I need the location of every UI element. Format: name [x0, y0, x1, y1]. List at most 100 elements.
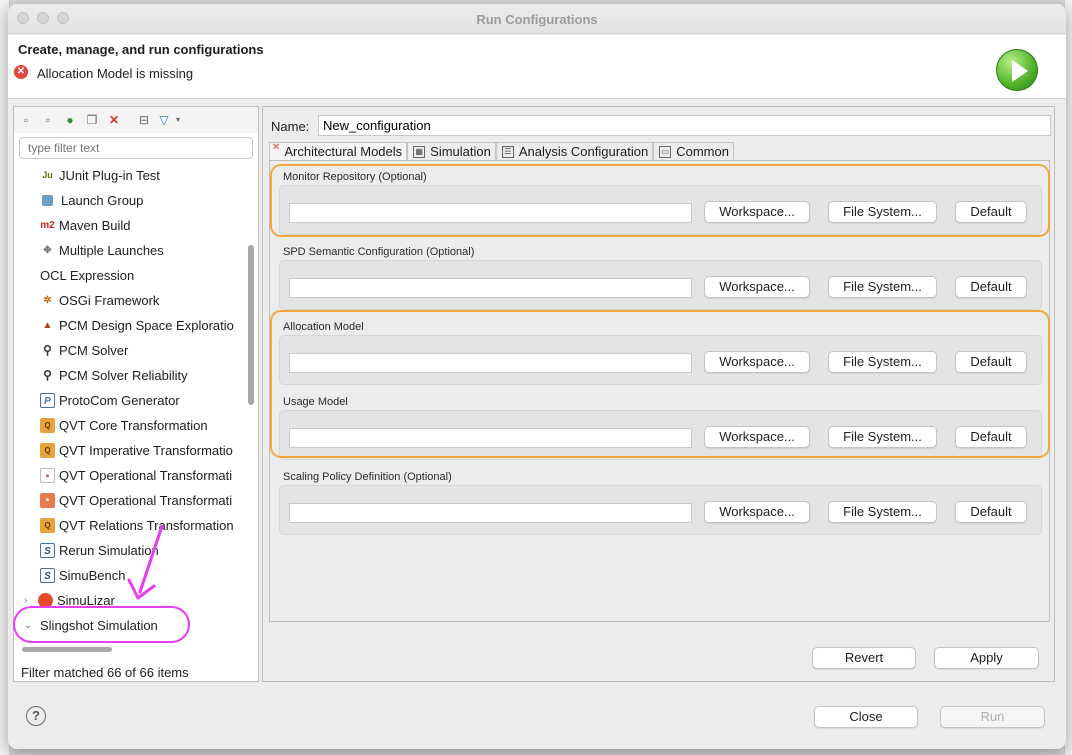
default-button[interactable]: Default	[955, 201, 1027, 223]
tree-item-label: JUnit Plug-in Test	[59, 167, 160, 183]
group-label-allocation-model: Allocation Model	[283, 321, 364, 333]
tree-item-label: PCM Design Space Exploratio	[59, 317, 234, 333]
chevron-right-icon[interactable]: ›	[24, 595, 38, 606]
multiple-launches-icon: ✥	[43, 244, 52, 256]
group-box: Workspace... File System... Default	[279, 260, 1042, 310]
default-button[interactable]: Default	[955, 276, 1027, 298]
monitor-repository-input[interactable]	[289, 203, 692, 223]
simulation-icon: S	[40, 567, 55, 583]
workspace-button[interactable]: Workspace...	[704, 276, 810, 298]
analysis-tab-icon: ☰	[501, 145, 514, 158]
tree-item-protocom-generator[interactable]: P ProtoCom Generator	[40, 388, 246, 412]
tree-item-pcm-solver[interactable]: ⚲ PCM Solver	[40, 338, 246, 362]
file-system-button[interactable]: File System...	[828, 426, 937, 448]
usage-model-input[interactable]	[289, 428, 692, 448]
delete-config-icon[interactable]: ✕	[106, 112, 122, 128]
revert-button[interactable]: Revert	[812, 647, 916, 669]
workspace-button[interactable]: Workspace...	[704, 501, 810, 523]
default-button[interactable]: Default	[955, 426, 1027, 448]
left-toolbar: ▫ ▫ ● ❐ ✕ ⊟ ▽ ▾	[14, 107, 258, 133]
magnifier-icon: ⚲	[43, 342, 52, 357]
tree-item-launch-group[interactable]: Launch Group	[40, 188, 246, 212]
tab-label: Simulation	[430, 144, 491, 159]
group-label-monitor-repository: Monitor Repository (Optional)	[283, 171, 427, 183]
configuration-editor-panel: Name: ✕ Architectural Models ▦ Simulatio…	[262, 106, 1055, 682]
tree-item-label: Slingshot Simulation	[40, 617, 158, 633]
tree-item-label: Maven Build	[59, 217, 131, 233]
launch-group-icon	[42, 194, 53, 206]
default-button[interactable]: Default	[955, 351, 1027, 373]
tree-item-junit-plugin-test[interactable]: Ju JUnit Plug-in Test	[40, 163, 246, 187]
qvt-icon: Q	[40, 417, 55, 433]
tree-item-qvt-core[interactable]: Q QVT Core Transformation	[40, 413, 246, 437]
tab-architectural-models[interactable]: ✕ Architectural Models	[269, 142, 408, 160]
run-configurations-dialog: Run Configurations Create, manage, and r…	[8, 4, 1066, 749]
workspace-button[interactable]: Workspace...	[704, 426, 810, 448]
tab-simulation[interactable]: ▦ Simulation	[407, 142, 496, 160]
run-launch-icon	[996, 49, 1038, 91]
file-system-button[interactable]: File System...	[828, 501, 937, 523]
tree-item-label: Multiple Launches	[59, 242, 164, 258]
architectural-models-tab-body: Monitor Repository (Optional) Workspace.…	[269, 160, 1050, 622]
tree-item-qvt-operational-2[interactable]: ▪ QVT Operational Transformati	[40, 488, 246, 512]
group-label-scaling-policy: Scaling Policy Definition (Optional)	[283, 471, 452, 483]
horizontal-scrollbar[interactable]	[22, 647, 112, 652]
filter-dropdown-icon[interactable]: ▾	[170, 112, 186, 128]
tree-item-pcm-solver-reliability[interactable]: ⚲ PCM Solver Reliability	[40, 363, 246, 387]
simulizar-icon	[38, 592, 53, 608]
tree-item-qvt-operational-1[interactable]: ▪ QVT Operational Transformati	[40, 463, 246, 487]
filter-input[interactable]	[19, 137, 253, 159]
qvt-operational-icon: ▪	[40, 492, 55, 508]
default-button[interactable]: Default	[955, 501, 1027, 523]
qvt-icon: Q	[40, 442, 55, 458]
tree-item-ocl-expression[interactable]: OCL Expression	[40, 263, 246, 287]
workspace-button[interactable]: Workspace...	[704, 201, 810, 223]
tree-item-qvt-imperative[interactable]: Q QVT Imperative Transformatio	[40, 438, 246, 462]
new-prototype-icon[interactable]: ▫	[40, 112, 56, 128]
common-tab-icon: ▭	[659, 145, 672, 158]
allocation-model-input[interactable]	[289, 353, 692, 373]
file-system-button[interactable]: File System...	[828, 201, 937, 223]
run-button[interactable]: Run	[940, 706, 1045, 728]
scaling-policy-input[interactable]	[289, 503, 692, 523]
group-label-usage-model: Usage Model	[283, 396, 348, 408]
tree-item-slingshot-simulation[interactable]: ⌄ Slingshot Simulation	[24, 613, 246, 637]
osgi-icon: ✲	[43, 294, 52, 306]
duplicate-config-icon[interactable]: ❐	[84, 112, 100, 128]
tree-item-multiple-launches[interactable]: ✥ Multiple Launches	[40, 238, 246, 262]
vertical-scrollbar[interactable]	[248, 245, 254, 405]
tab-label: Common	[676, 144, 729, 159]
error-icon: ✕	[14, 65, 28, 79]
tab-analysis-configuration[interactable]: ☰ Analysis Configuration	[495, 142, 654, 160]
junit-plugin-icon: Ju	[42, 169, 53, 180]
tree-item-osgi-framework[interactable]: ✲ OSGi Framework	[40, 288, 246, 312]
tree-item-pcm-design-space[interactable]: ▲ PCM Design Space Exploratio	[40, 313, 246, 337]
name-label: Name:	[271, 119, 310, 134]
tree-item-maven-build[interactable]: m2 Maven Build	[40, 213, 246, 237]
workspace-button[interactable]: Workspace...	[704, 351, 810, 373]
name-field[interactable]	[318, 115, 1051, 136]
tree-item-label: OSGi Framework	[59, 292, 160, 308]
help-icon[interactable]: ?	[26, 706, 46, 726]
tree-item-label: QVT Operational Transformati	[59, 467, 233, 483]
tab-label: Architectural Models	[284, 144, 403, 159]
chevron-down-icon[interactable]: ⌄	[24, 620, 40, 631]
tree-item-label: PCM Solver	[59, 342, 129, 358]
tree-item-label: PCM Solver Reliability	[59, 367, 188, 383]
spd-semantic-input[interactable]	[289, 278, 692, 298]
close-button[interactable]: Close	[814, 706, 918, 728]
tab-common[interactable]: ▭ Common	[653, 142, 734, 160]
error-message: Allocation Model is missing	[37, 66, 194, 81]
file-system-button[interactable]: File System...	[828, 276, 937, 298]
tab-label: Analysis Configuration	[518, 144, 649, 159]
apply-button[interactable]: Apply	[934, 647, 1039, 669]
file-system-button[interactable]: File System...	[828, 351, 937, 373]
tree-item-label: ProtoCom Generator	[59, 392, 180, 408]
title-bar: Run Configurations	[8, 4, 1066, 34]
export-config-icon[interactable]: ●	[62, 112, 78, 128]
tree-item-label: QVT Operational Transformati	[59, 492, 233, 508]
collapse-all-icon[interactable]: ⊟	[136, 112, 152, 128]
new-config-icon[interactable]: ▫	[18, 112, 34, 128]
group-box: Workspace... File System... Default	[279, 410, 1042, 460]
maven-icon: m2	[40, 219, 55, 231]
